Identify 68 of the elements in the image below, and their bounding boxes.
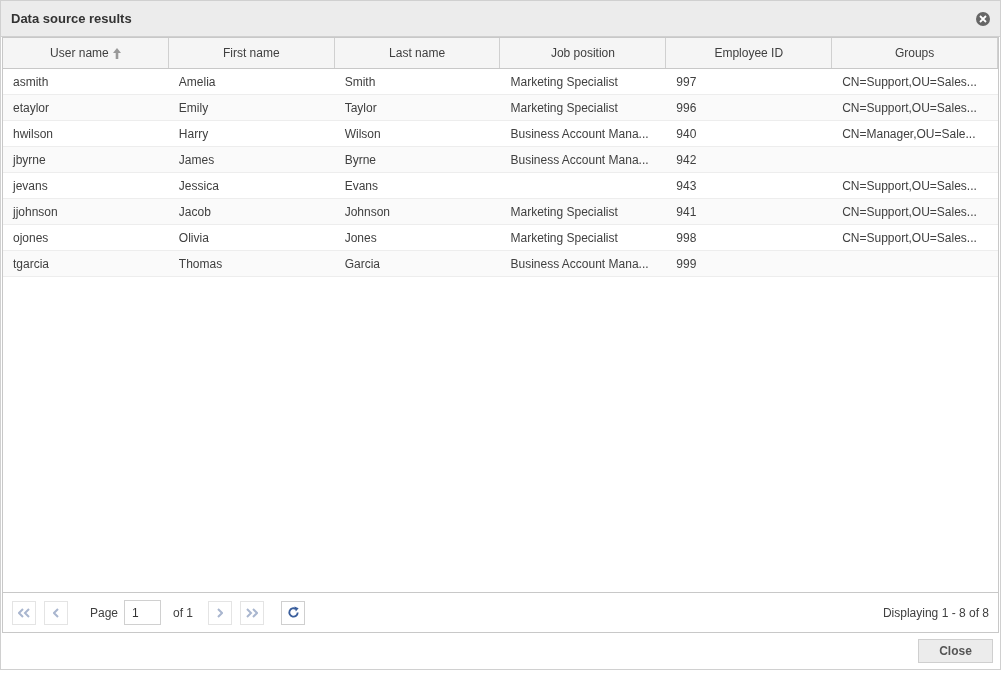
table-cell-text: asmith: [13, 73, 49, 91]
table-cell-text: CN=Support,OU=Sales...: [842, 229, 977, 247]
close-icon[interactable]: [976, 11, 990, 26]
table-cell-text: jjohnson: [13, 203, 58, 221]
table-cell-text: James: [178, 151, 215, 169]
table-cell-text: Amelia: [178, 73, 216, 91]
table-cell-text: Olivia: [178, 229, 209, 247]
table-cell-text: Garcia: [344, 255, 380, 273]
chevron-left-icon: [53, 607, 59, 618]
table-cell-text: 998: [676, 229, 697, 247]
table-cell-text: Thomas: [178, 255, 223, 273]
table-cell-text: Emily: [178, 99, 209, 117]
table-cell-text: Taylor: [344, 99, 377, 117]
table-cell-text: Johnson: [344, 203, 391, 221]
table-cell-text: CN=Support,OU=Sales...: [842, 203, 977, 221]
table-cell-text: Business Account Mana...: [510, 255, 649, 273]
table-cell-text: CN=Support,OU=Sales...: [842, 177, 977, 195]
window-title: Data source results: [11, 9, 132, 28]
table-cell-text: Business Account Mana...: [510, 151, 649, 169]
display-status: Displaying 1 - 8 of 8: [882, 604, 989, 622]
table-row[interactable]: tgarcia Thomas Garcia Business Account Mana... 999: [3, 251, 998, 277]
table-cell-text: Evans: [344, 177, 378, 195]
table-cell-text: jbyrne: [13, 151, 46, 169]
column-header[interactable]: Employee ID: [666, 38, 833, 68]
page-input[interactable]: 1: [124, 600, 162, 625]
table-cell-text: CN=Support,OU=Sales...: [842, 73, 977, 91]
table-cell-text: ojones: [13, 229, 49, 247]
table-cell-text: Marketing Specialist: [510, 203, 618, 221]
column-header[interactable]: User name: [3, 38, 169, 68]
table-cell-text: 999: [676, 255, 697, 273]
table-cell-text: Harry: [178, 125, 209, 143]
table-cell-text: 996: [676, 99, 697, 117]
column-header[interactable]: Job position: [500, 38, 667, 68]
table-cell-text: 942: [676, 151, 697, 169]
table-cell-text: Marketing Specialist: [510, 73, 618, 91]
double-chevron-left-icon: [18, 607, 30, 618]
table-cell-text: Marketing Specialist: [510, 229, 618, 247]
table-cell-text: Jacob: [178, 203, 211, 221]
table-cell-text: jevans: [13, 177, 48, 195]
column-header[interactable]: Groups: [832, 38, 998, 68]
page-label: Page: [90, 604, 119, 622]
table-cell-text: etaylor: [13, 99, 50, 117]
table-cell-text: Smith: [344, 73, 376, 91]
column-header[interactable]: Last name: [334, 38, 501, 68]
double-chevron-right-icon: [246, 607, 259, 618]
table-cell-text: hwilson: [13, 125, 54, 143]
table-cell-text: CN=Support,OU=Sales...: [842, 99, 977, 117]
table-row[interactable]: jbyrne James Byrne Business Account Mana... 942: [3, 147, 998, 173]
page-count-label: of 1: [173, 604, 194, 622]
table-cell-text: 941: [676, 203, 697, 221]
table-cell-text: 940: [676, 125, 697, 143]
table-cell-text: Wilson: [344, 125, 381, 143]
table-cell-text: 943: [676, 177, 697, 195]
table-cell-text: 997: [676, 73, 697, 91]
table-cell-text: Jones: [344, 229, 377, 247]
table-cell-text: tgarcia: [13, 255, 50, 273]
table-cell-text: Marketing Specialist: [510, 99, 618, 117]
table-row[interactable]: etaylor Emily Taylor Marketing Specialist 996 CN=Support,OU=Sales...: [3, 95, 998, 121]
refresh-icon: [286, 606, 300, 619]
refresh-button[interactable]: [281, 600, 306, 625]
table-cell-text: Business Account Mana...: [510, 125, 649, 143]
table-row[interactable]: jjohnson Jacob Johnson Marketing Specialist 941 CN=Support,OU=Sales...: [3, 199, 998, 225]
table-cell-text: Jessica: [178, 177, 219, 195]
column-header[interactable]: First name: [168, 38, 335, 68]
chevron-right-icon: [217, 607, 224, 618]
close-button[interactable]: Close: [918, 639, 993, 663]
table-cell-text: Byrne: [344, 151, 376, 169]
table-cell-text: CN=Manager,OU=Sale...: [842, 125, 976, 143]
